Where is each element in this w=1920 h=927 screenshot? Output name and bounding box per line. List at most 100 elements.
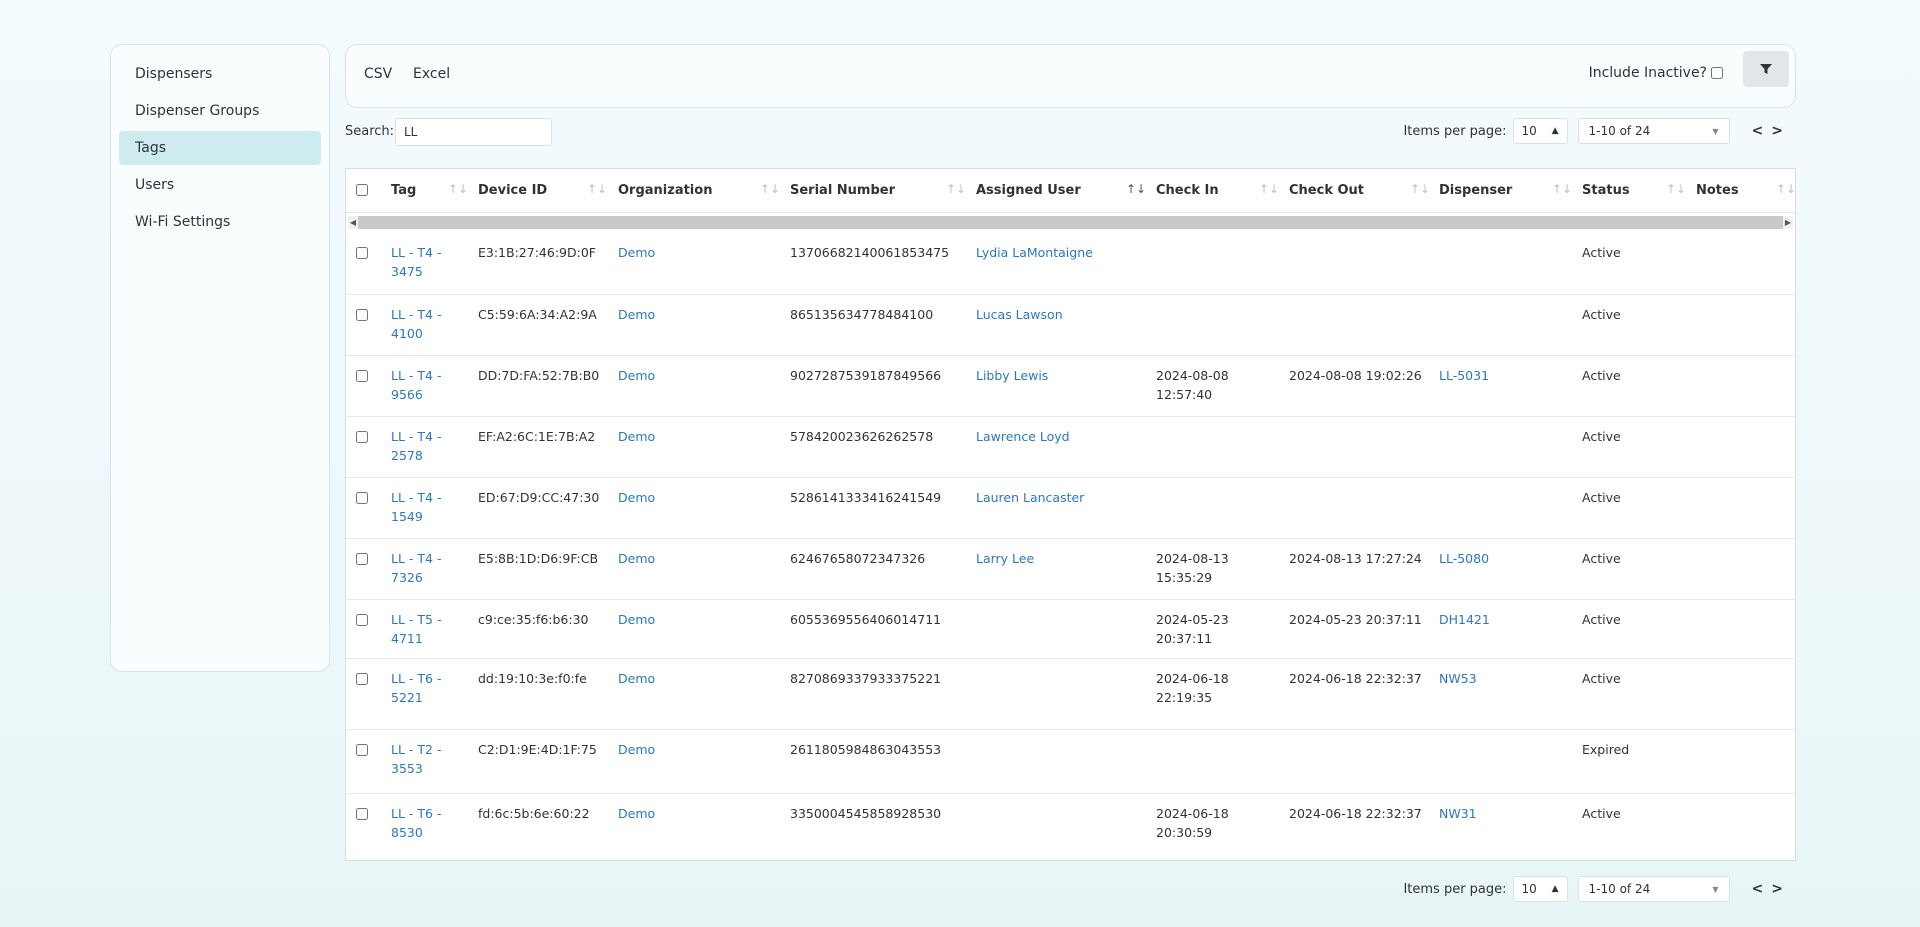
sort-icon[interactable]: ↑↓ [760,182,780,196]
tag-link[interactable]: 9566 [391,385,423,404]
include-inactive-checkbox[interactable] [1711,67,1723,79]
device-id-cell: fd:6c:5b:6e:60:22 [478,806,590,821]
table-row: LL - T4 -1549 ED:67:D9:CC:47:30 Demo 528614… [346,478,1795,539]
dispenser-link[interactable]: DH1421 [1439,610,1490,629]
sort-icon[interactable]: ↑↓ [587,182,607,196]
dispenser-link[interactable]: NW31 [1439,804,1477,823]
page-range-value: 1-10 of 24 [1588,124,1651,138]
excel-export-button[interactable]: Excel [413,61,450,87]
sort-icon[interactable]: ↑↓ [946,182,966,196]
scroll-left-icon[interactable]: ◀ [348,216,358,229]
tag-link[interactable]: LL - T4 - [391,549,441,568]
sidebar-item-dispenser-groups[interactable]: Dispenser Groups [119,94,321,128]
sidebar-item-wifi-settings[interactable]: Wi-Fi Settings [119,205,321,239]
assigned-user-link[interactable]: Lucas Lawson [976,305,1063,324]
tag-link[interactable]: LL - T6 - [391,804,441,823]
tag-link[interactable]: 2578 [391,446,423,465]
organization-link[interactable]: Demo [618,804,655,823]
assigned-user-link[interactable]: Lawrence Loyd [976,427,1070,446]
sort-icon[interactable]: ↑↓ [1552,182,1572,196]
column-header-status[interactable]: Status [1582,183,1630,198]
dispenser-link[interactable]: NW53 [1439,669,1477,688]
organization-link[interactable]: Demo [618,740,655,759]
tag-link[interactable]: LL - T4 - [391,427,441,446]
column-header-assigned-user[interactable]: Assigned User [976,183,1081,198]
page-range-select[interactable]: 1-10 of 24 ▼ [1577,876,1730,902]
scroll-right-icon[interactable]: ▶ [1783,216,1793,229]
column-header-check-in[interactable]: Check In [1156,183,1219,198]
horizontal-scrollbar[interactable]: ◀ ▶ [348,216,1793,229]
organization-link[interactable]: Demo [618,549,655,568]
tag-link[interactable]: LL - T5 - [391,610,441,629]
column-header-dispenser[interactable]: Dispenser [1439,183,1512,198]
row-checkbox[interactable] [356,492,368,504]
assigned-user-link[interactable]: Lauren Lancaster [976,488,1084,507]
table-row: LL - T4 -2578 EF:A2:6C:1E:7B:A2 Demo 578420… [346,417,1795,478]
tag-link[interactable]: 7326 [391,568,423,587]
row-checkbox[interactable] [356,673,368,685]
column-header-tag[interactable]: Tag [391,183,416,198]
organization-link[interactable]: Demo [618,488,655,507]
next-page-button[interactable]: > [1771,123,1783,139]
dispenser-link[interactable]: LL-5080 [1439,549,1489,568]
tag-link[interactable]: 5221 [391,688,423,707]
status-cell: Active [1582,612,1621,627]
row-checkbox[interactable] [356,370,368,382]
tag-link[interactable]: 3475 [391,262,423,281]
sort-icon[interactable]: ↑↓ [1776,182,1795,196]
select-all-checkbox[interactable] [356,184,368,196]
tag-link[interactable]: 8530 [391,823,423,842]
tag-link[interactable]: LL - T4 - [391,366,441,385]
assigned-user-link[interactable]: Libby Lewis [976,366,1048,385]
tag-link[interactable]: 1549 [391,507,423,526]
sort-icon[interactable]: ↑↓ [1666,182,1686,196]
prev-page-button[interactable]: < [1752,881,1764,897]
organization-link[interactable]: Demo [618,610,655,629]
dispenser-link[interactable]: LL-5031 [1439,366,1489,385]
row-checkbox[interactable] [356,808,368,820]
prev-page-button[interactable]: < [1752,123,1764,139]
tag-link[interactable]: 4100 [391,324,423,343]
organization-link[interactable]: Demo [618,305,655,324]
row-checkbox[interactable] [356,553,368,565]
tag-link[interactable]: LL - T4 - [391,488,441,507]
row-checkbox[interactable] [356,614,368,626]
column-header-serial-number[interactable]: Serial Number [790,183,895,198]
sort-icon[interactable]: ↑↓ [1410,182,1430,196]
column-header-notes[interactable]: Notes [1696,183,1739,198]
csv-export-button[interactable]: CSV [364,61,392,87]
column-header-check-out[interactable]: Check Out [1289,183,1364,198]
organization-link[interactable]: Demo [618,427,655,446]
sidebar-item-users[interactable]: Users [119,168,321,202]
sort-icon[interactable]: ↑↓ [1126,182,1146,196]
tags-table: Tag ↑↓ Device ID ↑↓ Organization ↑↓ Seri… [345,168,1796,861]
organization-link[interactable]: Demo [618,243,655,262]
assigned-user-link[interactable]: Lydia LaMontaigne [976,243,1093,262]
assigned-user-link[interactable]: Larry Lee [976,549,1034,568]
column-header-device-id[interactable]: Device ID [478,183,547,198]
tag-link[interactable]: LL - T4 - [391,243,441,262]
organization-link[interactable]: Demo [618,669,655,688]
sidebar-item-dispensers[interactable]: Dispensers [119,57,321,91]
tag-link[interactable]: 4711 [391,629,423,648]
tag-link[interactable]: 3553 [391,759,423,778]
organization-link[interactable]: Demo [618,366,655,385]
tag-link[interactable]: LL - T2 - [391,740,441,759]
filter-button[interactable] [1743,51,1789,87]
row-checkbox[interactable] [356,309,368,321]
items-per-page-select[interactable]: 10 ▲︎ [1512,118,1568,144]
items-per-page-select[interactable]: 10 ▲︎ [1512,876,1568,902]
row-checkbox[interactable] [356,744,368,756]
tag-link[interactable]: LL - T6 - [391,669,441,688]
tag-link[interactable]: LL - T4 - [391,305,441,324]
check-in-date-cell: 2024-06-18 [1156,806,1229,821]
page-range-select[interactable]: 1-10 of 24 ▼ [1577,118,1730,144]
sort-icon[interactable]: ↑↓ [1259,182,1279,196]
sort-icon[interactable]: ↑↓ [448,182,468,196]
row-checkbox[interactable] [356,431,368,443]
search-input[interactable] [395,118,552,146]
next-page-button[interactable]: > [1771,881,1783,897]
column-header-organization[interactable]: Organization [618,183,712,198]
sidebar-item-tags[interactable]: Tags [119,131,321,165]
row-checkbox[interactable] [356,247,368,259]
